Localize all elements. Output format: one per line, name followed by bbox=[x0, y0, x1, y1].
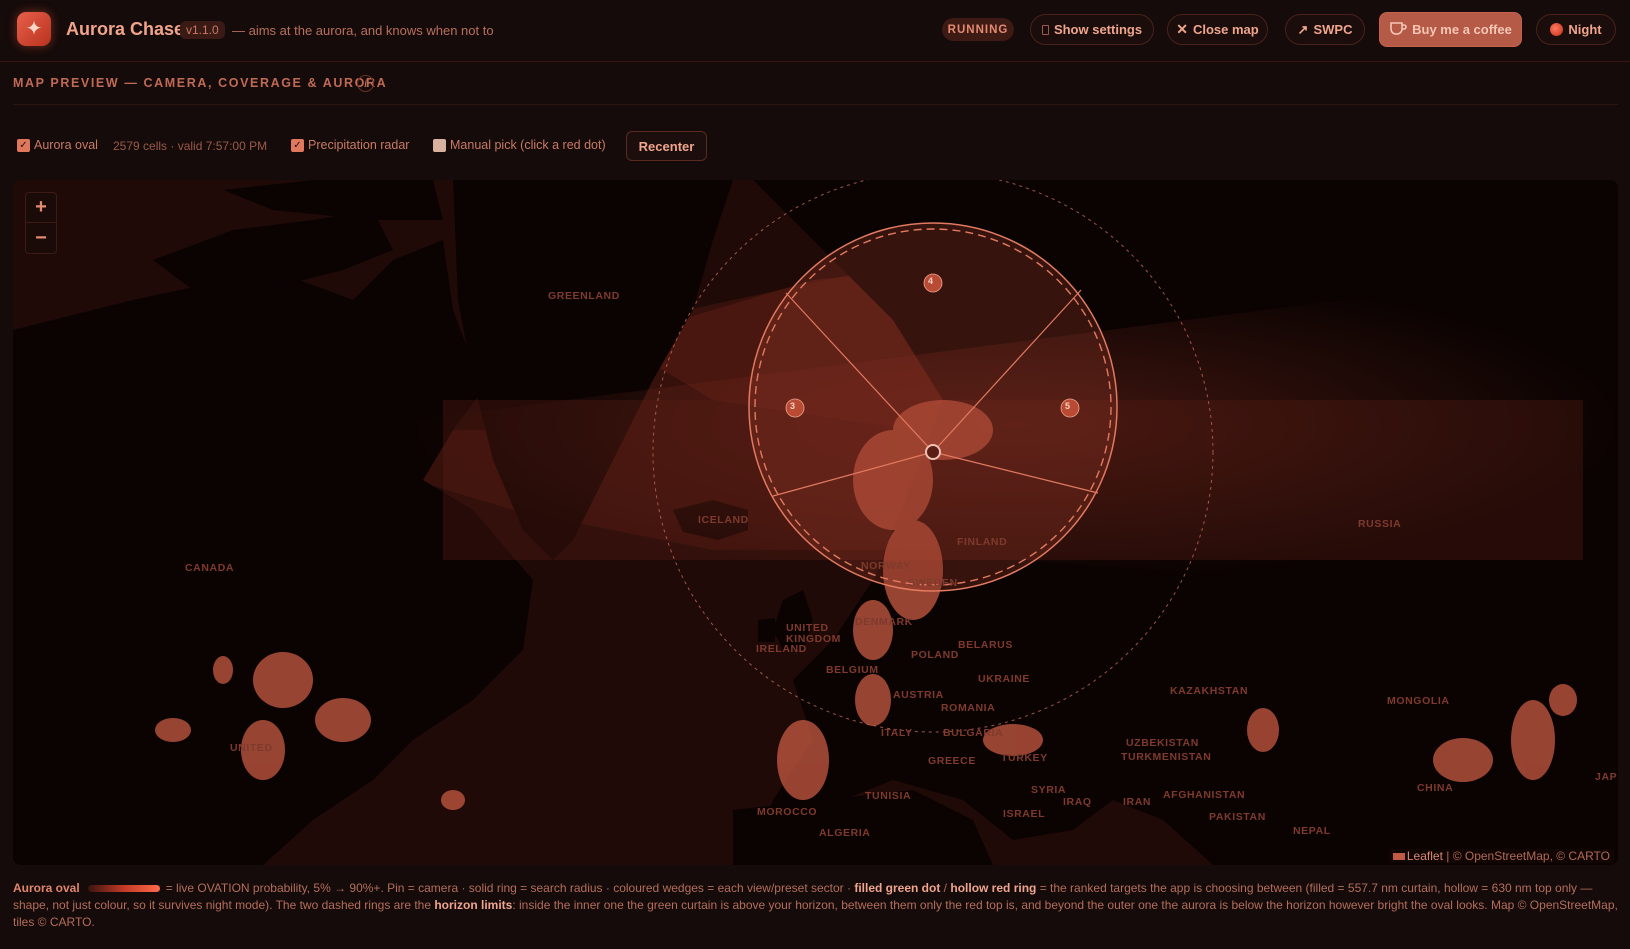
show-settings-label: Show settings bbox=[1053, 22, 1143, 37]
target-label-3: 3 bbox=[790, 401, 796, 411]
country-label: KAZAKHSTAN bbox=[1170, 685, 1249, 697]
country-label: TURKMENISTAN bbox=[1121, 751, 1212, 763]
oval-cells-info: 2579 cells · valid 7:57:00 PM bbox=[113, 139, 268, 153]
aurora-oval-toggle[interactable]: ✓ Aurora oval bbox=[17, 138, 98, 152]
country-label: GREENLAND bbox=[548, 290, 620, 302]
swpc-link-button[interactable]: ↗ SWPC bbox=[1285, 14, 1365, 45]
show-settings-button[interactable]: Show settings bbox=[1030, 14, 1154, 45]
precipitation-toggle[interactable]: ✓ Precipitation radar bbox=[291, 138, 409, 152]
info-icon[interactable]: i bbox=[357, 75, 374, 92]
probability-gradient bbox=[87, 885, 160, 893]
country-label: ITALY bbox=[881, 727, 913, 739]
buy-coffee-button[interactable]: Buy me a coffee bbox=[1379, 12, 1522, 47]
app-header: ✦ Aurora Chaser v1.1.0 — aims at the aur… bbox=[0, 0, 1630, 62]
country-label: NORWAY bbox=[861, 560, 911, 572]
swpc-label: SWPC bbox=[1313, 22, 1353, 37]
manual-pick-toggle[interactable]: Manual pick (click a red dot) bbox=[433, 138, 606, 152]
precipitation-checkbox[interactable]: ✓ bbox=[291, 138, 304, 152]
country-label: UZBEKISTAN bbox=[1126, 737, 1199, 749]
country-label: POLAND bbox=[911, 649, 959, 661]
zoom-in-button[interactable]: + bbox=[26, 193, 56, 223]
target-label-4: 4 bbox=[928, 276, 934, 286]
legend-filled: filled green dot bbox=[854, 881, 941, 895]
status-badge: RUNNING bbox=[942, 18, 1014, 41]
country-label: PAKISTAN bbox=[1209, 811, 1266, 823]
country-label: FINLAND bbox=[957, 536, 1008, 548]
country-label: TURKEY bbox=[1001, 752, 1048, 764]
recenter-button[interactable]: Recenter bbox=[626, 131, 707, 161]
country-label: ROMANIA bbox=[941, 702, 996, 714]
country-label: RUSSIA bbox=[1358, 518, 1402, 530]
country-label: AFGHANISTAN bbox=[1163, 789, 1246, 801]
map-legend: Aurora oval = live OVATION probability, 5… bbox=[13, 880, 1618, 931]
country-label: NEPAL bbox=[1293, 825, 1331, 837]
country-label: DENMARK bbox=[855, 616, 913, 628]
country-label: AUSTRIA bbox=[893, 689, 944, 701]
close-map-label: Close map bbox=[1192, 22, 1259, 37]
zoom-control: + − bbox=[25, 192, 57, 254]
star-logo-icon: ✦ bbox=[17, 12, 51, 46]
app-tagline: — aims at the aurora, and knows when not… bbox=[232, 23, 494, 38]
country-label: BULGARIA bbox=[943, 727, 1004, 739]
zoom-out-button[interactable]: − bbox=[26, 223, 56, 253]
country-label: IRELAND bbox=[756, 643, 807, 655]
moon-dot-icon bbox=[1550, 23, 1564, 36]
manual-pick-checkbox[interactable] bbox=[433, 138, 446, 152]
gear-icon bbox=[1041, 24, 1049, 35]
country-label: GREECE bbox=[928, 755, 976, 767]
aurora-oval-label: Aurora oval bbox=[34, 138, 98, 152]
coffee-cup-icon bbox=[1389, 20, 1407, 39]
country-label: BELGIUM bbox=[826, 664, 879, 676]
legend-slash: / bbox=[940, 881, 951, 895]
precipitation-label: Precipitation radar bbox=[308, 138, 410, 152]
night-mode-button[interactable]: Night bbox=[1536, 14, 1616, 45]
country-label: TUNISIA bbox=[865, 790, 912, 802]
country-label: CANADA bbox=[185, 562, 235, 574]
map-attribution: Leaflet | © OpenStreetMap, © CARTO bbox=[1388, 849, 1614, 863]
legend-horizon: horizon limits bbox=[434, 898, 513, 912]
legend-hollow: hollow red ring bbox=[950, 881, 1037, 895]
country-label: UNITED KINGDOM bbox=[786, 622, 841, 645]
app-title: Aurora Chaser bbox=[66, 19, 192, 39]
legend-key: Aurora oval bbox=[13, 881, 80, 895]
flag-icon bbox=[1392, 853, 1405, 861]
manual-pick-label: Manual pick (click a red dot) bbox=[450, 138, 606, 152]
country-label: BELARUS bbox=[958, 639, 1013, 651]
attribution-text: | © OpenStreetMap, © CARTO bbox=[1442, 849, 1610, 863]
country-label: IRAN bbox=[1123, 796, 1152, 808]
country-label: ICELAND bbox=[698, 514, 749, 526]
country-label: MOROCCO bbox=[757, 806, 818, 818]
country-label: SWEDEN bbox=[908, 577, 958, 589]
target-label-5: 5 bbox=[1065, 401, 1071, 411]
country-label: ALGERIA bbox=[819, 827, 871, 839]
section-title: MAP PREVIEW — CAMERA, COVERAGE & AURORA bbox=[13, 76, 388, 90]
country-label: ISRAEL bbox=[1003, 808, 1046, 820]
divider bbox=[13, 104, 1618, 105]
map-preview[interactable]: 4 3 5 GREENLAND ICELAND CANADA RUSSIA UN… bbox=[13, 180, 1618, 865]
leaflet-link[interactable]: Leaflet bbox=[1407, 849, 1443, 863]
country-label: CHINA bbox=[1417, 782, 1454, 794]
country-label: UKRAINE bbox=[978, 673, 1031, 685]
country-label: IRAQ bbox=[1063, 796, 1092, 808]
night-mode-label: Night bbox=[1568, 22, 1602, 37]
country-label: MONGOLIA bbox=[1387, 695, 1450, 707]
close-icon: ✕ bbox=[1176, 21, 1188, 37]
country-label: SYRIA bbox=[1031, 784, 1067, 796]
legend-text-1: = live OVATION probability, 5% → 90%+. P… bbox=[165, 881, 855, 895]
aurora-oval-checkbox[interactable]: ✓ bbox=[17, 138, 30, 152]
country-label: UNITED bbox=[230, 742, 273, 754]
buy-coffee-label: Buy me a coffee bbox=[1412, 22, 1512, 37]
version-badge: v1.1.0 bbox=[180, 21, 225, 39]
close-map-button[interactable]: ✕ Close map bbox=[1167, 14, 1268, 45]
external-link-icon: ↗ bbox=[1297, 21, 1309, 37]
country-label: JAP bbox=[1595, 771, 1618, 783]
camera-pin[interactable] bbox=[925, 444, 941, 460]
